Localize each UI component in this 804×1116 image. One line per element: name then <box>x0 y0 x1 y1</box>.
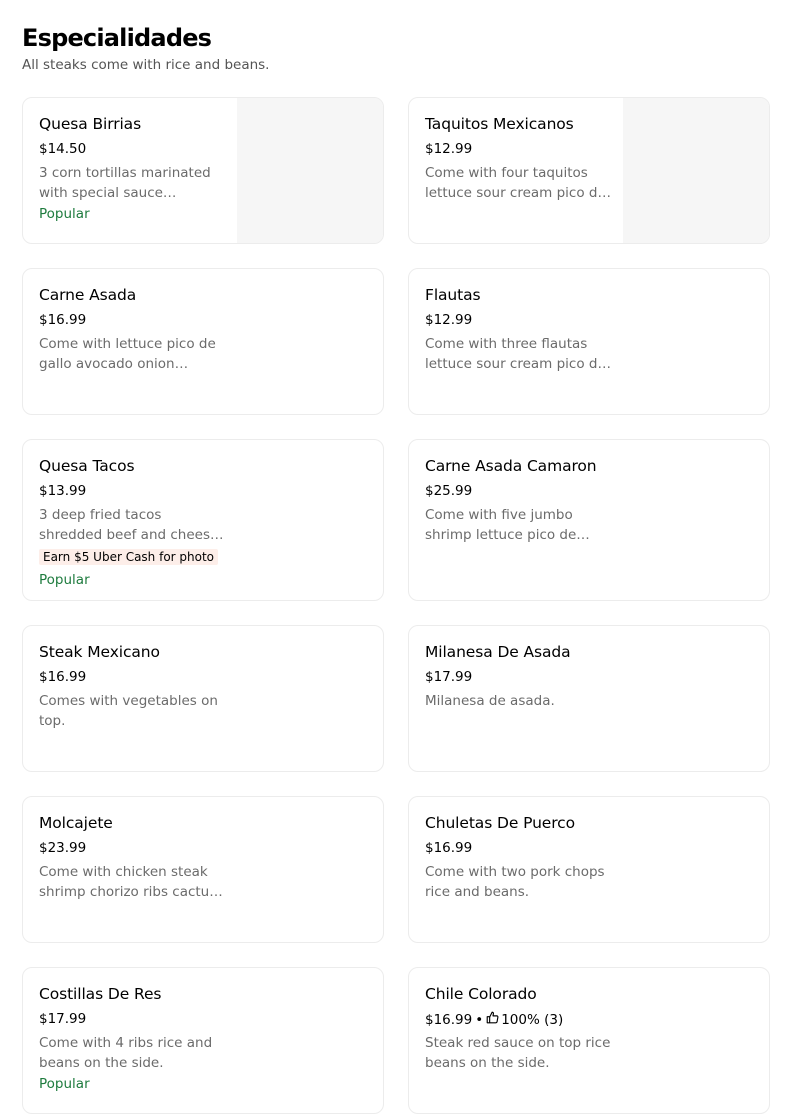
item-description: Steak red sauce on top rice beans on the… <box>425 1035 611 1071</box>
price-separator: • <box>475 1011 484 1028</box>
item-name: Taquitos Mexicanos <box>425 115 574 133</box>
item-price: $17.99 <box>39 1011 87 1027</box>
menu-item-card[interactable]: Costillas De Res $17.99 Come with 4 ribs… <box>22 967 384 1114</box>
item-name: Steak Mexicano <box>39 643 160 661</box>
thumbs-up-icon <box>486 1011 499 1028</box>
menu-item-card[interactable]: Flautas $12.99 Come with three flautas l… <box>408 268 770 415</box>
item-price: $17.99 <box>425 669 473 685</box>
item-name: Chile Colorado <box>425 985 537 1003</box>
item-price: $16.99 <box>39 669 87 685</box>
menu-item-card[interactable]: Carne Asada $16.99 Come with lettuce pic… <box>22 268 384 415</box>
item-name: Milanesa De Asada <box>425 643 571 661</box>
item-name: Costillas De Res <box>39 985 162 1003</box>
menu-item-card[interactable]: Molcajete $23.99 Come with chicken steak… <box>22 796 384 943</box>
menu-item-card[interactable]: Carne Asada Camaron $25.99 Come with fiv… <box>408 439 770 601</box>
item-name: Carne Asada <box>39 286 137 304</box>
popular-badge: Popular <box>39 572 90 588</box>
item-description: Come with five jumbo shrimp lettuce pico… <box>425 507 577 543</box>
item-name: Molcajete <box>39 814 113 832</box>
item-name: Chuletas De Puerco <box>425 814 575 832</box>
section-title: Especialidades <box>22 24 212 52</box>
menu-item-card[interactable]: Quesa Birrias $14.50 3 corn tortillas ma… <box>22 97 384 244</box>
item-description: 3 corn tortillas marinated with special … <box>39 165 211 201</box>
item-image-placeholder <box>237 98 383 243</box>
menu-item-card[interactable]: Chile Colorado $16.99 • 100% (3) Steak r… <box>408 967 770 1114</box>
item-description: Come with three flautas lettuce sour cre… <box>425 336 606 372</box>
item-description: Come with lettuce pico de gallo avocado … <box>39 336 216 372</box>
item-price: $13.99 <box>39 483 87 499</box>
item-name: Quesa Birrias <box>39 115 142 133</box>
item-description: Come with two pork chops rice and beans. <box>425 864 605 900</box>
item-description: 3 deep fried tacos shredded beef and che… <box>39 507 219 543</box>
item-price: $16.99 <box>39 312 87 328</box>
item-price: $25.99 <box>425 483 473 499</box>
uber-cash-promo-badge: Earn $5 Uber Cash for photo <box>39 549 219 565</box>
item-price: $23.99 <box>39 840 87 856</box>
item-price: $12.99 <box>425 141 473 157</box>
item-rating: 100% (3) <box>501 1011 564 1028</box>
item-description: Come with chicken steak shrimp chorizo r… <box>39 864 217 900</box>
popular-badge: Popular <box>39 206 90 222</box>
item-name: Quesa Tacos <box>39 457 135 475</box>
item-description: Come with four taquitos lettuce sour cre… <box>425 165 606 201</box>
item-image-placeholder <box>623 98 769 243</box>
section-subtitle: All steaks come with rice and beans. <box>22 57 270 73</box>
menu-item-card[interactable]: Chuletas De Puerco $16.99 Come with two … <box>408 796 770 943</box>
menu-item-card[interactable]: Steak Mexicano $16.99 Comes with vegetab… <box>22 625 384 772</box>
item-price: $16.99 <box>425 1011 473 1028</box>
item-description: Comes with vegetables on top. <box>39 693 218 729</box>
menu-item-card[interactable]: Quesa Tacos $13.99 3 deep fried tacos sh… <box>22 439 384 601</box>
menu-item-card[interactable]: Taquitos Mexicanos $12.99 Come with four… <box>408 97 770 244</box>
menu-item-card[interactable]: Milanesa De Asada $17.99 Milanesa de asa… <box>408 625 770 772</box>
item-price-row: $16.99 • 100% (3) <box>425 1011 563 1028</box>
item-name: Flautas <box>425 286 481 304</box>
item-name: Carne Asada Camaron <box>425 457 597 475</box>
item-description: Come with 4 ribs rice and beans on the s… <box>39 1035 213 1071</box>
item-price: $14.50 <box>39 141 87 157</box>
item-price: $12.99 <box>425 312 473 328</box>
popular-badge: Popular <box>39 1076 90 1092</box>
item-price: $16.99 <box>425 840 473 856</box>
item-description: Milanesa de asada. <box>425 693 555 709</box>
